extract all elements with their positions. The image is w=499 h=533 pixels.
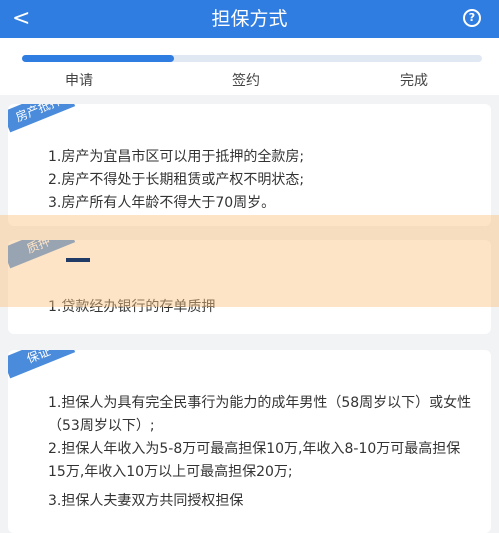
progress-steps: 申请 签约 完成 — [0, 38, 499, 95]
list-item: 3.房产所有人年龄不得大于70周岁。 — [48, 195, 276, 211]
progress-fill — [22, 55, 174, 62]
progress-track — [22, 55, 482, 62]
card-items: 1.担保人为具有完全民事行为能力的成年男性（58周岁以下）或女性（53周岁以下）… — [48, 392, 475, 513]
list-item: 3.担保人夫妻双方共同授权担保 — [48, 493, 244, 509]
list-item: 1.担保人为具有完全民事行为能力的成年男性（58周岁以下）或女性（53周岁以下）… — [48, 395, 472, 434]
step-apply: 申请 — [65, 73, 93, 89]
step-sign: 签约 — [232, 73, 260, 89]
card-items: 1.房产为宜昌市区可以用于抵押的全款房; 2.房产不得处于长期租赁或产权不明状态… — [48, 146, 475, 215]
list-item: 2.担保人年收入为5-8万可最高担保10万,年收入8-10万可最高担保15万,年… — [48, 441, 461, 480]
step-done: 完成 — [400, 73, 428, 89]
card-guarantee: 保证 1.担保人为具有完全民事行为能力的成年男性（58周岁以下）或女性（53周岁… — [8, 350, 491, 533]
list-item: 1.房产为宜昌市区可以用于抵押的全款房; — [48, 149, 305, 165]
watermark-mark — [66, 258, 90, 262]
card-property-mortgage: 房产抵押 1.房产为宜昌市区可以用于抵押的全款房; 2.房产不得处于长期租赁或产… — [8, 104, 491, 226]
help-icon[interactable]: ? — [463, 9, 481, 27]
page-title: 担保方式 — [211, 8, 288, 30]
card-tag: 房产抵押 — [8, 104, 76, 133]
card-tag: 保证 — [8, 350, 76, 379]
nav-bar: < 担保方式 ? — [0, 0, 499, 38]
list-item: 2.房产不得处于长期租赁或产权不明状态; — [48, 172, 305, 188]
